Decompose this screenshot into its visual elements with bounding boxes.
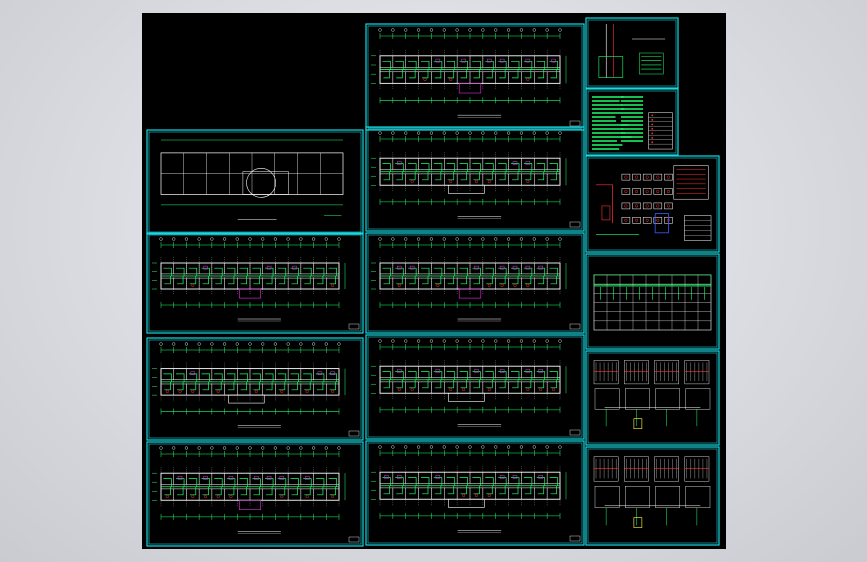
sheet-panel-diagram-1[interactable] [585,350,720,446]
sheet-frame [585,155,720,253]
sheet-inner-border [587,448,718,544]
sheet-floor-plan-left-3[interactable] [146,441,364,547]
sheet-frame [146,337,364,441]
sheet-floor-plan-top[interactable] [365,23,585,131]
sheet-floor-plan-c2[interactable] [365,126,585,232]
sheet-panel-diagram-2[interactable] [585,446,720,546]
sheet-frame [365,440,585,546]
sheet-frame [365,126,585,232]
sheet-inner-border [367,25,583,129]
sheet-floor-plan-left-2[interactable] [146,337,364,441]
sheet-inner-border [367,128,583,230]
sheet-frame [146,441,364,547]
sheet-inner-border [587,157,718,251]
sheet-frame [365,23,585,131]
sheet-floor-plan-c4[interactable] [365,334,585,440]
sheet-inner-border [148,131,362,233]
cad-drawing-canvas[interactable] [142,13,726,549]
sheet-inner-border [587,255,718,348]
sheet-detail-sheet[interactable] [585,17,679,89]
drawing-svg [146,17,720,547]
sheet-frame [146,129,364,235]
sheet-inner-border [148,339,362,439]
sheet-floor-plan-c3[interactable] [365,232,585,334]
sheet-frame [146,232,364,334]
sheet-inner-border [587,352,718,444]
sheet-schedule-table[interactable] [585,253,720,350]
sheet-floor-plan-left-1[interactable] [146,232,364,334]
sheet-inner-border [148,443,362,545]
sheet-site-plan[interactable] [146,129,364,235]
sheet-frame [585,350,720,446]
sheet-frame [585,446,720,546]
sheet-system-diagram[interactable] [585,155,720,253]
sheet-inner-border [367,234,583,332]
sheet-inner-border [367,336,583,438]
sheet-inner-border [367,442,583,544]
sheet-frame [365,334,585,440]
sheet-inner-border [148,234,362,332]
sheet-notes-sheet[interactable] [585,88,679,156]
sheet-floor-plan-c5[interactable] [365,440,585,546]
sheet-frame [365,232,585,334]
sheet-frame [585,253,720,350]
